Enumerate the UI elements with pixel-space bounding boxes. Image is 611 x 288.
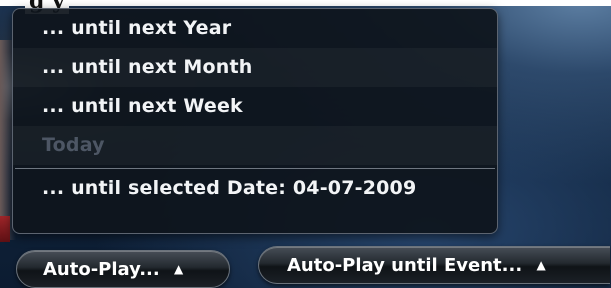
header-strip [0, 0, 611, 6]
menu-item-selected-date[interactable]: ... until selected Date: 04-07-2009 [13, 169, 497, 207]
autoplay-popup-menu: ... until next Year ... until next Month… [12, 8, 498, 234]
menu-item-next-month[interactable]: ... until next Month [13, 48, 497, 87]
triangle-up-icon: ▲ [536, 258, 546, 272]
menu-item-next-week[interactable]: ... until next Week [13, 87, 497, 126]
autoplay-until-event-button[interactable]: Auto-Play until Event... ▲ [258, 246, 610, 284]
red-accent [0, 216, 10, 242]
autoplay-button-label: Auto-Play... [43, 259, 160, 280]
autoplay-until-event-label: Auto-Play until Event... [287, 255, 523, 276]
menu-item-next-year[interactable]: ... until next Year [13, 9, 497, 48]
autoplay-button[interactable]: Auto-Play... ▲ [16, 250, 230, 288]
menu-item-today: Today [13, 126, 497, 165]
triangle-up-icon: ▲ [174, 262, 184, 276]
